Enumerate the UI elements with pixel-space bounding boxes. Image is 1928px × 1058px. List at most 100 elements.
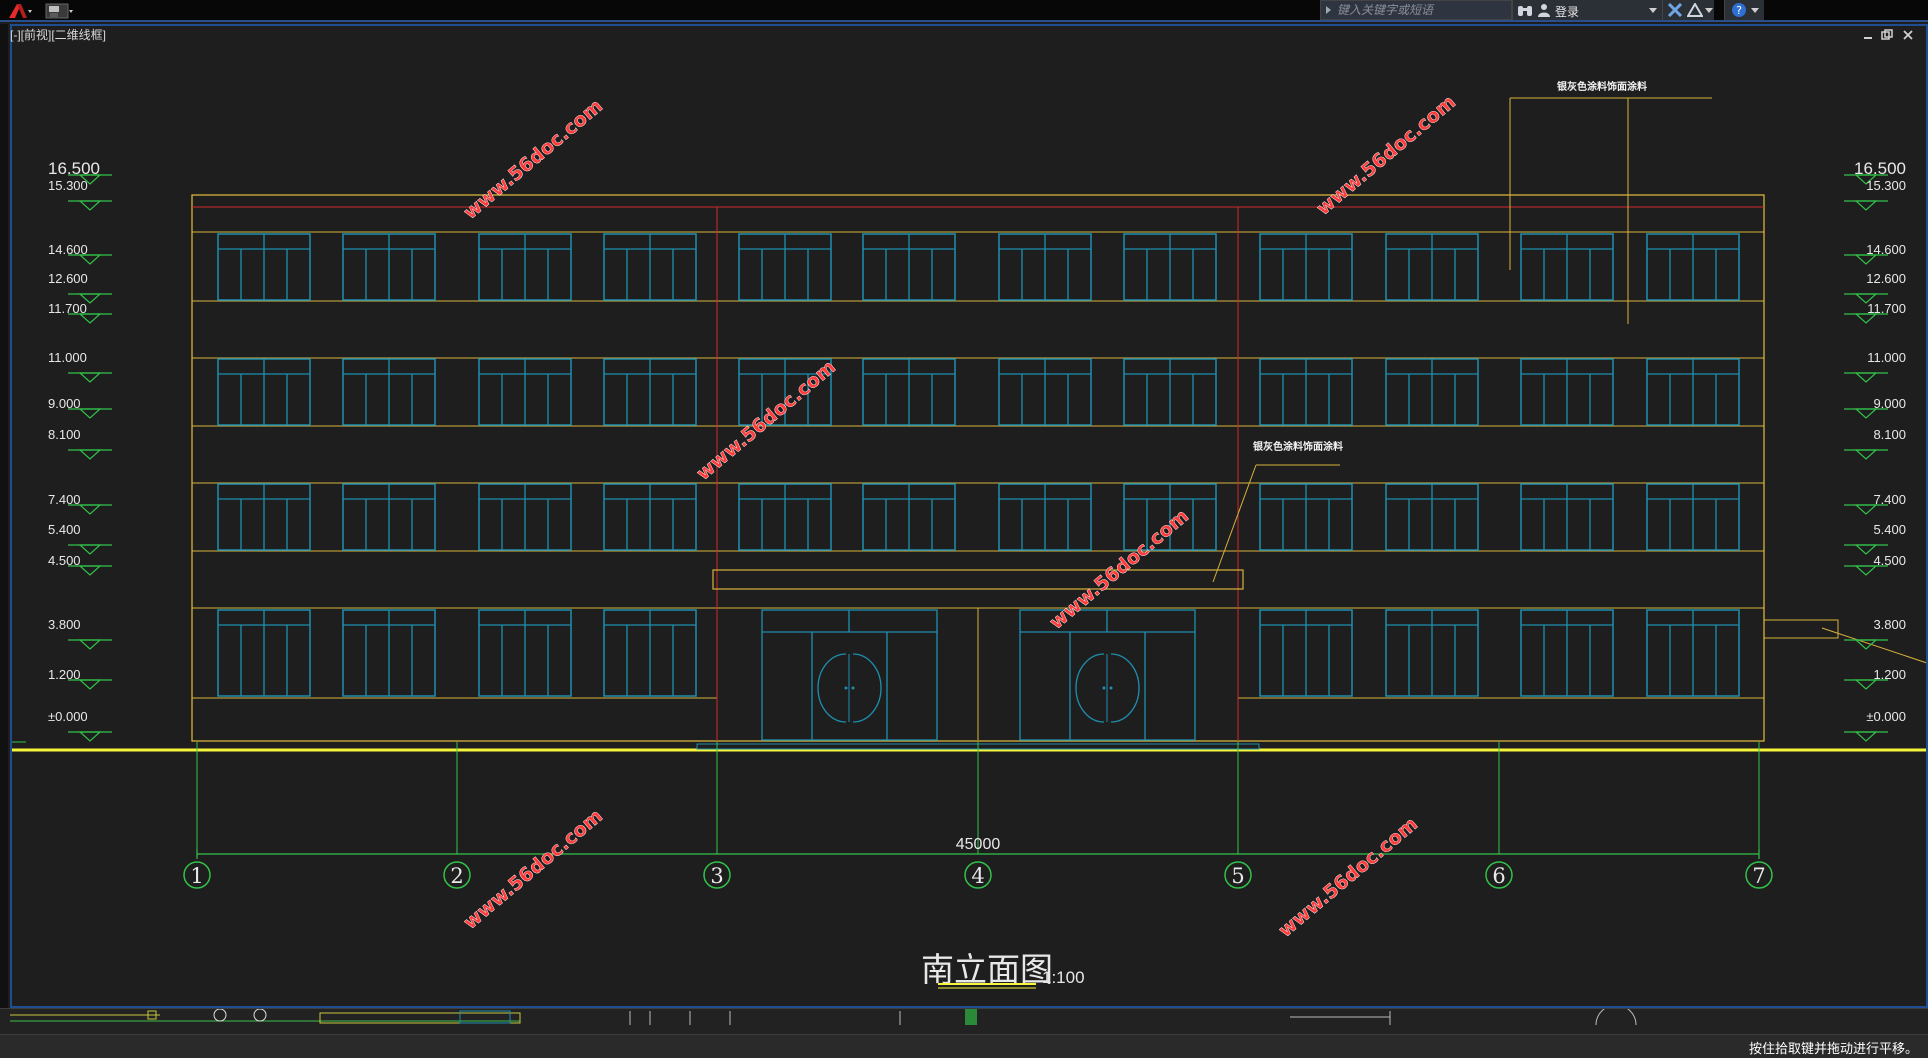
axis-label: 7 — [1752, 864, 1765, 888]
elevation-value: 11.000 — [1867, 350, 1906, 365]
drawing-canvas[interactable]: 1 2 3 4 5 6 7 16.500 15.300 14.600 12.600 11.700 11… — [10, 24, 1928, 1008]
elevation-value: 8.100 — [48, 427, 81, 442]
axis-label: 1 — [190, 864, 203, 888]
elevation-triangle — [78, 372, 102, 383]
elevation-value: 11.000 — [48, 350, 87, 365]
watermark-text: www.56doc.com — [1312, 91, 1460, 220]
annotation-top: 银灰色涂料饰面涂料 — [1557, 80, 1647, 93]
elevation-value: 5.400 — [48, 522, 81, 537]
window — [478, 609, 572, 697]
elevation-triangle — [78, 200, 102, 211]
close-icon[interactable] — [1903, 30, 1913, 40]
window — [1520, 483, 1614, 551]
window — [1385, 483, 1479, 551]
window — [998, 483, 1092, 551]
help-icon[interactable]: ? — [1731, 2, 1747, 18]
layout-thumbnail-strip[interactable] — [0, 1004, 1928, 1033]
axis-label: 5 — [1231, 864, 1244, 888]
window — [1646, 483, 1740, 551]
exchange-group — [1662, 0, 1714, 20]
elevation-triangle — [1854, 372, 1878, 383]
elevation-triangle — [1854, 731, 1878, 742]
window — [1259, 358, 1353, 426]
watermark-text: www.56doc.com — [459, 805, 607, 934]
entrance-canopy — [712, 569, 1244, 590]
window — [603, 233, 697, 301]
elevation-triangle — [78, 544, 102, 555]
elevation-value: 3.800 — [48, 617, 81, 632]
window — [1259, 233, 1353, 301]
elevation-triangle — [78, 504, 102, 515]
watermark-text: www.56doc.com — [692, 356, 840, 485]
elevation-triangle — [1854, 200, 1878, 211]
svg-text:?: ? — [1736, 4, 1742, 17]
window — [1646, 609, 1740, 697]
window — [342, 483, 436, 551]
window — [217, 358, 311, 426]
search-input[interactable]: 键入关键字或短语 — [1320, 0, 1512, 20]
window — [342, 358, 436, 426]
autodesk-a360-icon[interactable] — [1687, 3, 1703, 17]
watermark-text: www.56doc.com — [1274, 813, 1422, 942]
save-dropdown-icon[interactable] — [44, 2, 74, 20]
total-dimension: 45000 — [956, 836, 1001, 853]
window — [1646, 358, 1740, 426]
window — [738, 233, 832, 301]
elevation-triangle — [78, 731, 102, 742]
window — [217, 609, 311, 697]
chevron-down-icon[interactable] — [1705, 8, 1713, 13]
restore-icon[interactable] — [1881, 29, 1893, 40]
elevation-triangle — [78, 408, 102, 419]
window — [603, 483, 697, 551]
elevation-value: 8.100 — [1873, 427, 1906, 442]
annotation-mid: 银灰色涂料饰面涂料 — [1253, 440, 1343, 453]
window — [1520, 233, 1614, 301]
elevation-marks-left: 16.50015.30014.60012.60011.70011.0009.00… — [48, 159, 112, 742]
login-label[interactable]: 登录 — [1555, 3, 1579, 20]
grid-axis-lines: 1 2 3 4 5 6 7 — [183, 742, 1773, 889]
drawing-scale: 1:100 — [1042, 968, 1085, 987]
sign-in-group: 登录 — [1512, 0, 1662, 20]
window — [1259, 609, 1353, 697]
window — [738, 483, 832, 551]
axis-label: 4 — [971, 864, 984, 888]
autocad-logo-icon[interactable] — [6, 2, 32, 20]
window — [342, 233, 436, 301]
window — [1520, 609, 1614, 697]
elevation-triangle — [78, 565, 102, 576]
window — [1646, 233, 1740, 301]
user-icon[interactable] — [1537, 3, 1551, 17]
watermarks: www.56doc.com www.56doc.com www.56doc.com w… — [459, 91, 1460, 942]
window — [217, 483, 311, 551]
side-canopy — [1763, 619, 1839, 639]
axis-label: 3 — [710, 864, 723, 888]
viewport-controls-label[interactable]: [-][前视][二维线框] — [10, 26, 106, 43]
left-ribbon-strip — [0, 24, 8, 1008]
window — [1123, 233, 1217, 301]
command-line[interactable]: 按住拾取键并拖动进行平移。 — [0, 1034, 1928, 1058]
command-message: 按住拾取键并拖动进行平移。 — [1748, 1041, 1918, 1056]
window — [998, 233, 1092, 301]
window — [217, 233, 311, 301]
exchange-x-icon[interactable] — [1667, 3, 1683, 17]
window — [1123, 358, 1217, 426]
window — [862, 483, 956, 551]
window — [862, 233, 956, 301]
elevation-triangle — [78, 679, 102, 690]
binoculars-icon[interactable] — [1517, 3, 1533, 17]
axis-label: 6 — [1492, 864, 1505, 888]
window — [998, 358, 1092, 426]
window — [603, 609, 697, 697]
watermark-text: www.56doc.com — [459, 95, 607, 224]
minimize-icon[interactable] — [1864, 37, 1872, 39]
elevation-value: 12.600 — [48, 271, 88, 286]
elevation-triangle — [1854, 449, 1878, 460]
elevation-triangle — [78, 449, 102, 460]
elevation-value: ±0.000 — [48, 709, 88, 724]
window — [1385, 358, 1479, 426]
axis-label: 2 — [450, 864, 463, 888]
double-door — [761, 609, 938, 741]
south-elevation-drawing[interactable]: 1 2 3 4 5 6 7 16.50015.30014.60012.60011.70011… — [12, 26, 1926, 1006]
chevron-down-icon[interactable] — [1751, 8, 1759, 13]
chevron-down-icon[interactable] — [1649, 8, 1657, 13]
